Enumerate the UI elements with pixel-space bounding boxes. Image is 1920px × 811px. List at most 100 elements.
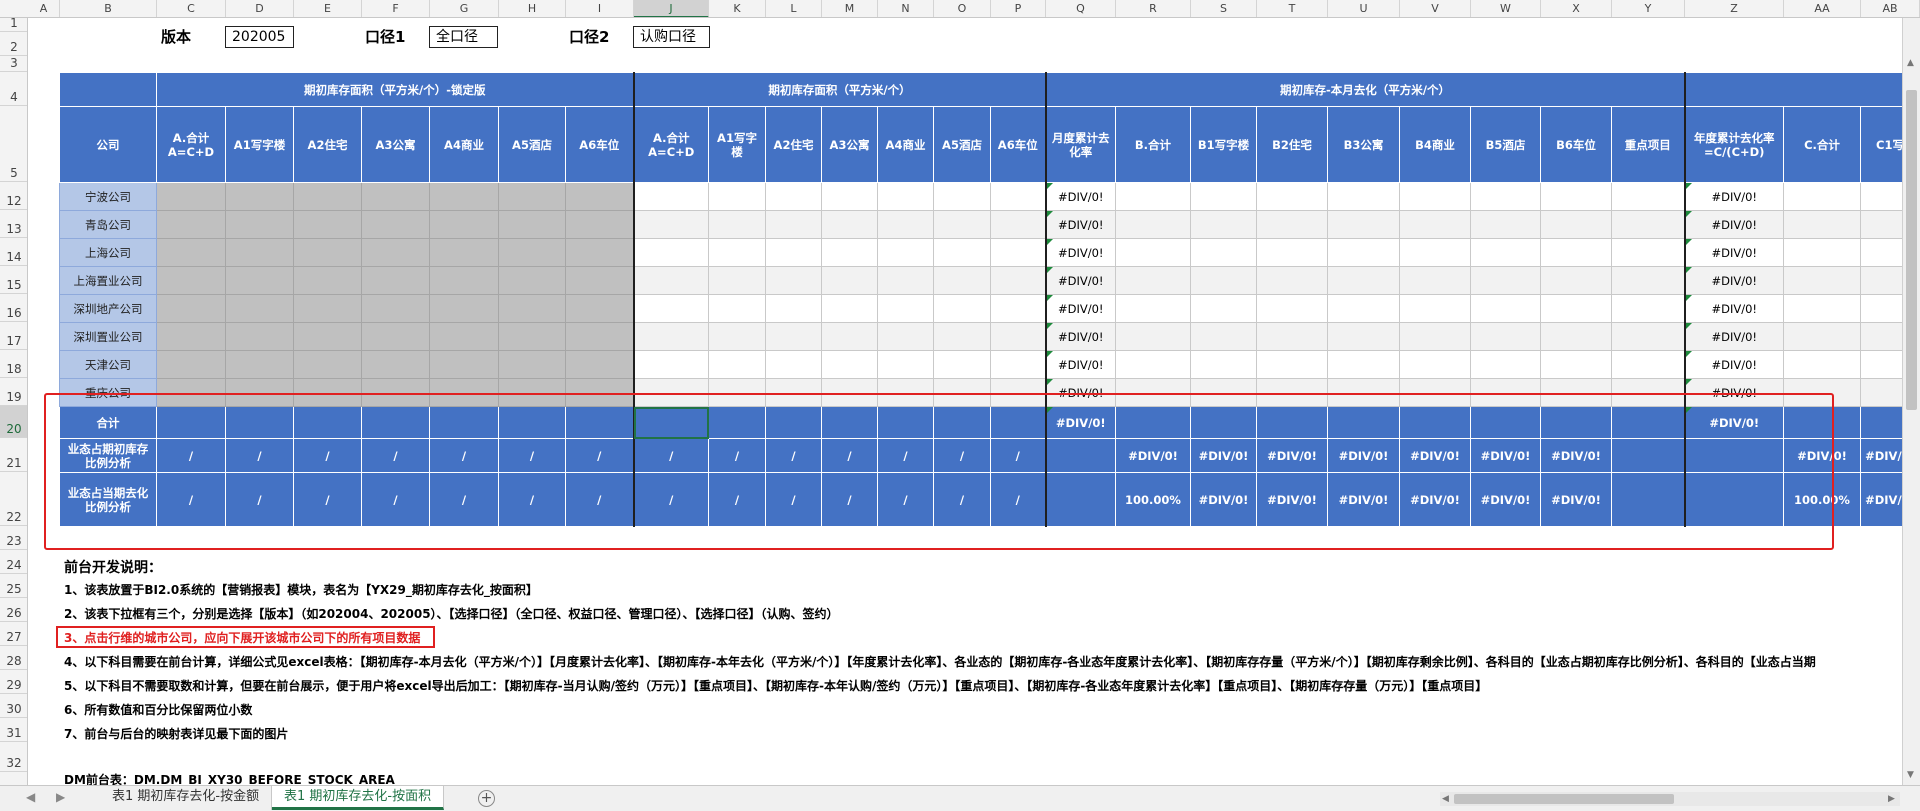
row-header-3[interactable]: 3 [0,56,27,72]
row-header-12[interactable]: 12 [0,182,27,210]
column-header-s[interactable]: S [1191,0,1257,17]
monthly-value-cell[interactable] [1115,266,1191,295]
column-header-j[interactable]: J [634,0,709,17]
start-value-cell[interactable] [990,294,1046,323]
monthly-value-cell[interactable] [1611,294,1685,323]
start-value-cell[interactable] [708,210,766,239]
column-header-g[interactable]: G [430,0,499,17]
monthly-value-cell[interactable] [1327,210,1400,239]
start-value-cell[interactable] [765,266,822,295]
column-header-w[interactable]: W [1471,0,1541,17]
start-value-cell[interactable] [632,350,709,379]
start-value-cell[interactable] [765,322,822,351]
row-header-20[interactable]: 20 [0,406,27,438]
monthly-value-cell[interactable] [1115,182,1191,211]
column-header-q[interactable]: Q [1046,0,1116,17]
column-header-k[interactable]: K [709,0,766,17]
monthly-value-cell[interactable] [1399,378,1471,407]
start-value-cell[interactable] [990,266,1046,295]
triangle-left-icon[interactable]: ◀ [26,790,35,804]
column-header-m[interactable]: M [822,0,878,17]
start-value-cell[interactable] [821,322,878,351]
scroll-right-icon[interactable]: ▶ [1888,794,1895,804]
start-value-cell[interactable] [821,210,878,239]
monthly-value-cell[interactable] [1256,350,1328,379]
column-header-f[interactable]: F [362,0,430,17]
start-value-cell[interactable] [632,378,709,407]
row-header-5[interactable]: 5 [0,106,27,182]
company-cell[interactable]: 上海公司 [59,238,157,267]
monthly-value-cell[interactable] [1399,238,1471,267]
monthly-value-cell[interactable] [1470,210,1541,239]
start-value-cell[interactable] [632,210,709,239]
column-header-z[interactable]: Z [1685,0,1784,17]
column-header-e[interactable]: E [294,0,362,17]
monthly-value-cell[interactable] [1256,182,1328,211]
monthly-value-cell[interactable] [1399,266,1471,295]
row-header-21[interactable]: 21 [0,438,27,472]
start-value-cell[interactable] [821,294,878,323]
start-value-cell[interactable] [933,378,991,407]
start-value-cell[interactable] [632,322,709,351]
scroll-left-icon[interactable]: ◀ [1442,794,1449,804]
monthly-value-cell[interactable] [1115,322,1191,351]
horizontal-scroll-thumb[interactable] [1454,794,1674,804]
column-header-a[interactable]: A [28,0,60,17]
company-cell[interactable]: 上海置业公司 [59,266,157,295]
annual-value-cell[interactable] [1783,238,1861,267]
row-header-23[interactable]: 23 [0,526,27,550]
selected-cell[interactable] [632,406,709,439]
monthly-value-cell[interactable] [1399,294,1471,323]
annual-value-cell[interactable] [1783,350,1861,379]
column-header-t[interactable]: T [1257,0,1328,17]
sheet-tab-area[interactable]: 表1 期初库存去化-按面积 [272,786,445,810]
start-value-cell[interactable] [821,266,878,295]
start-value-cell[interactable] [821,350,878,379]
monthly-value-cell[interactable] [1256,238,1328,267]
monthly-value-cell[interactable] [1540,350,1612,379]
sheet-tab-amount[interactable]: 表1 期初库存去化-按金额 [100,786,273,810]
monthly-value-cell[interactable] [1611,322,1685,351]
start-value-cell[interactable] [990,210,1046,239]
start-value-cell[interactable] [933,322,991,351]
start-value-cell[interactable] [708,182,766,211]
row-header-28[interactable]: 28 [0,646,27,670]
row-header-13[interactable]: 13 [0,210,27,238]
start-value-cell[interactable] [632,182,709,211]
start-value-cell[interactable] [933,182,991,211]
monthly-value-cell[interactable] [1190,378,1257,407]
monthly-value-cell[interactable] [1190,182,1257,211]
start-value-cell[interactable] [877,182,934,211]
column-header-d[interactable]: D [226,0,294,17]
monthly-value-cell[interactable] [1190,322,1257,351]
row-header-14[interactable]: 14 [0,238,27,266]
monthly-value-cell[interactable] [1611,378,1685,407]
row-header-16[interactable]: 16 [0,294,27,322]
monthly-value-cell[interactable] [1115,238,1191,267]
monthly-value-cell[interactable] [1327,182,1400,211]
row-header-24[interactable]: 24 [0,550,27,574]
column-header-r[interactable]: R [1116,0,1191,17]
start-value-cell[interactable] [708,378,766,407]
total-cell[interactable] [990,406,1046,439]
row-header-17[interactable]: 17 [0,322,27,350]
company-cell[interactable]: 重庆公司 [59,378,157,407]
monthly-value-cell[interactable] [1540,210,1612,239]
column-header-ab[interactable]: AB [1861,0,1920,17]
annual-value-cell[interactable] [1783,378,1861,407]
column-header-i[interactable]: I [566,0,634,17]
annual-value-cell[interactable] [1783,322,1861,351]
start-value-cell[interactable] [632,294,709,323]
monthly-value-cell[interactable] [1327,322,1400,351]
row-header-29[interactable]: 29 [0,670,27,694]
start-value-cell[interactable] [765,238,822,267]
start-value-cell[interactable] [933,266,991,295]
start-value-cell[interactable] [877,378,934,407]
column-header-y[interactable]: Y [1612,0,1685,17]
monthly-value-cell[interactable] [1327,266,1400,295]
monthly-value-cell[interactable] [1470,182,1541,211]
total-cell[interactable] [933,406,991,439]
monthly-value-cell[interactable] [1327,350,1400,379]
start-value-cell[interactable] [933,350,991,379]
row-header-25[interactable]: 25 [0,574,27,598]
